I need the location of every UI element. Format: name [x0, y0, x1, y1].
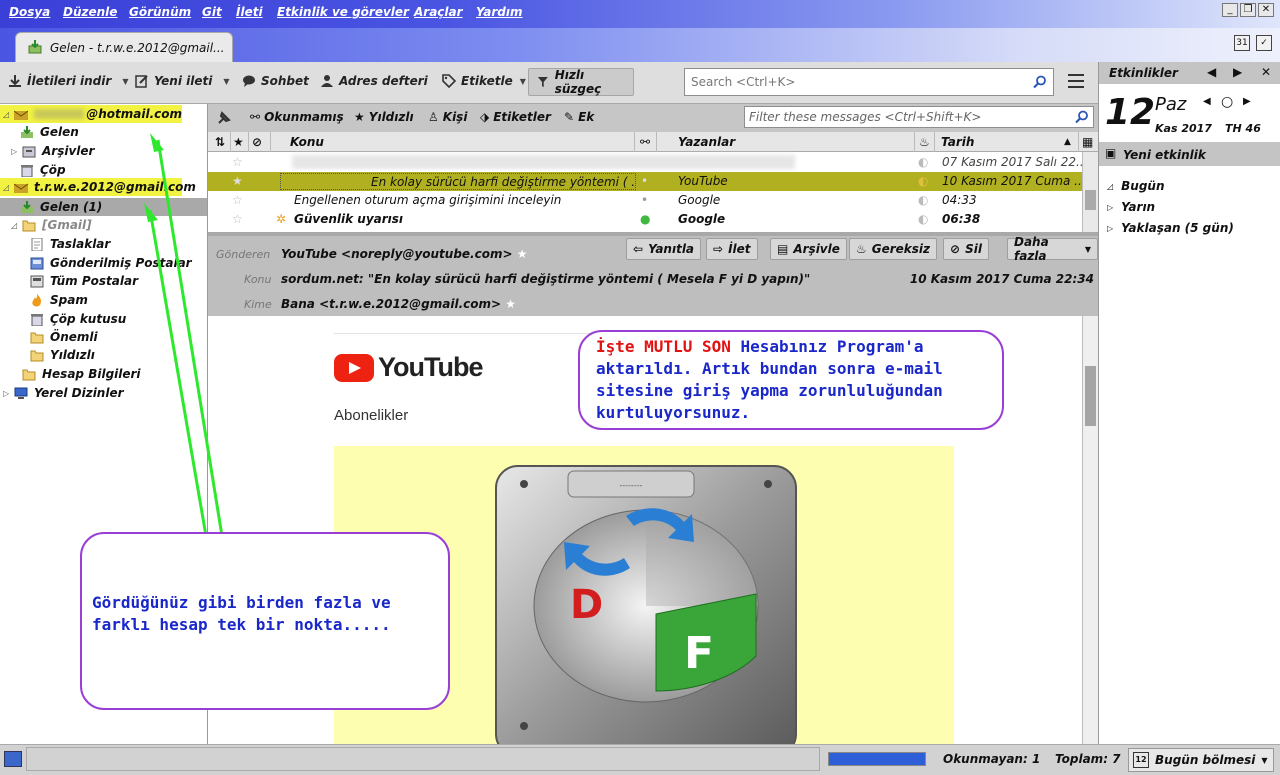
agenda-upcoming[interactable]: ▷ Yaklaşan (5 gün) [1107, 221, 1234, 235]
annotation-highlight: İşte MUTLU SON [596, 337, 731, 356]
online-status-icon[interactable] [4, 751, 22, 767]
expand-icon: ▷ [1107, 202, 1114, 212]
unread-count: Okunmayan: 1 [943, 752, 1041, 766]
expand-icon: ▷ [1107, 223, 1114, 233]
new-event-label: Yeni etkinlik [1123, 148, 1206, 162]
today-pane-label: Bugün bölmesi [1155, 753, 1256, 767]
collapse-icon: ◿ [1107, 181, 1114, 191]
annotation-text: Gördüğünüz gibi birden fazla ve [92, 593, 391, 612]
today-pane: Etkinlikler ◀ ▶ ✕ 12 Paz ◀ ○ ▶ Kas 2017 … [1098, 62, 1280, 744]
previous-day-icon[interactable]: ◀ [1203, 96, 1211, 107]
calendar-icon: ▣ [1105, 146, 1117, 160]
total-count: Toplam: 7 [1055, 752, 1121, 766]
annotation-text: sitesine giriş yapma zorunluluğundan [596, 381, 943, 400]
weekday: Paz [1155, 94, 1187, 115]
annotation-text: farklı hesap tek bir nokta..... [92, 615, 391, 634]
next-day-icon[interactable]: ▶ [1243, 96, 1251, 107]
today-icon[interactable]: ○ [1221, 94, 1233, 110]
date-display: 12 Paz ◀ ○ ▶ Kas 2017 TH 46 [1099, 84, 1280, 142]
agenda-tomorrow[interactable]: ▷ Yarın [1107, 200, 1155, 214]
today-pane-toggle[interactable]: 12 Bugün bölmesi ▼ [1128, 748, 1274, 772]
agenda-today-label: Bugün [1121, 179, 1165, 193]
month-year: Kas 2017 [1155, 122, 1212, 135]
calendar-icon: 12 [1133, 752, 1149, 768]
week-number: TH 46 [1225, 122, 1261, 135]
agenda-today[interactable]: ◿ Bugün [1107, 179, 1165, 193]
agenda-upcoming-label: Yaklaşan (5 gün) [1121, 221, 1234, 235]
next-arrow-icon[interactable]: ▶ [1233, 65, 1242, 79]
annotation-text: Hesabınız Program'a [730, 337, 924, 356]
annotation-text: aktarıldı. Artık bundan sonra e-mail [596, 359, 943, 378]
annotation-text: kurtuluyorsunuz. [596, 403, 751, 422]
agenda-tomorrow-label: Yarın [1121, 200, 1156, 214]
previous-arrow-icon[interactable]: ◀ [1207, 65, 1216, 79]
annotation-bubble-accounts: Gördüğünüz gibi birden fazla ve farklı h… [80, 532, 450, 710]
new-event-button[interactable]: ▣ Yeni etkinlik [1099, 142, 1280, 166]
events-header: Etkinlikler ◀ ▶ ✕ [1099, 62, 1280, 84]
status-bar: Okunmayan: 1 Toplam: 7 12 Bugün bölmesi … [0, 744, 1280, 775]
events-title: Etkinlikler [1109, 66, 1178, 80]
progress-bar [828, 752, 926, 766]
annotation-bubble-happy-end: İşte MUTLU SON Hesabınız Program'a aktar… [578, 330, 1004, 430]
day-number: 12 [1105, 92, 1156, 133]
close-icon[interactable]: ✕ [1261, 65, 1271, 79]
status-message-area [26, 747, 820, 771]
chevron-down-icon: ▼ [1261, 755, 1268, 765]
